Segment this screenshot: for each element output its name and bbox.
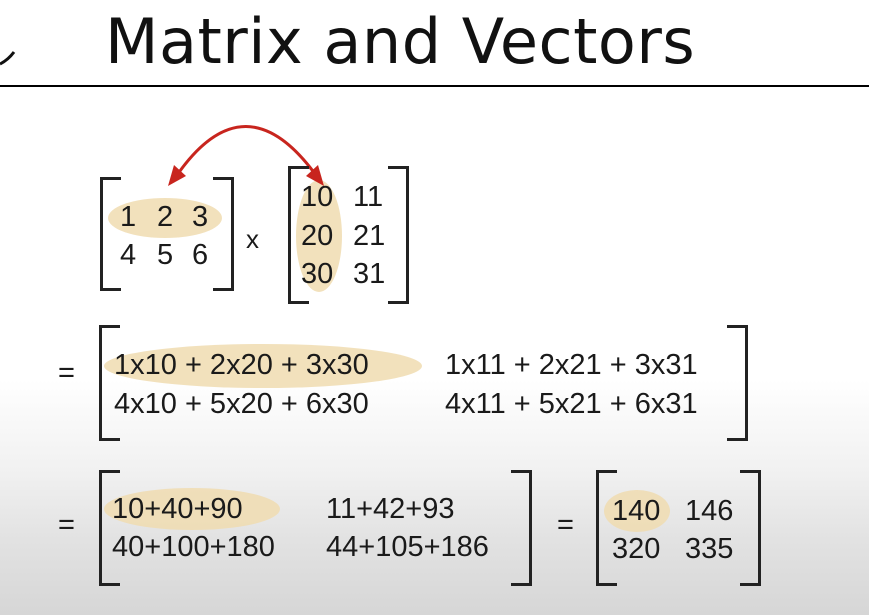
step1-cell: 1x11 + 2x21 + 3x31 (445, 349, 698, 381)
matrix-b-cell: 30 (301, 258, 334, 290)
result-cell: 320 (612, 533, 661, 565)
matrix-b-cell: 21 (353, 220, 386, 252)
step1-equals: = (58, 357, 75, 389)
step2-cell: 10+40+90 (112, 493, 243, 525)
matrix-b-cell: 31 (353, 258, 386, 290)
result-bracket-right (740, 470, 761, 586)
matrix-a-cell: 2 (157, 201, 174, 233)
matrix-a-cell: 6 (192, 239, 209, 271)
step2-cell: 40+100+180 (112, 531, 275, 563)
matrix-a-cell: 3 (192, 201, 209, 233)
result-cell: 146 (685, 495, 734, 527)
matrix-b-cell: 20 (301, 220, 334, 252)
step1-bracket-right (727, 325, 748, 441)
matrix-b-cell: 11 (353, 181, 384, 213)
matrix-b-cell: 10 (301, 181, 334, 213)
matrix-a-cell: 4 (120, 239, 137, 271)
step2-cell: 44+105+186 (326, 531, 489, 563)
matrix-a-cell: 1 (120, 201, 137, 233)
matrix-b-bracket-right (388, 166, 409, 304)
step1-cell: 1x10 + 2x20 + 3x30 (114, 349, 369, 381)
step2-bracket-left (99, 470, 120, 586)
step2-equals: = (58, 509, 75, 541)
result-bracket-left (596, 470, 617, 586)
step1-cell: 4x11 + 5x21 + 6x31 (445, 388, 698, 420)
step2-cell: 11+42+93 (326, 493, 455, 525)
result-cell: 335 (685, 533, 734, 565)
result-cell: 140 (612, 495, 661, 527)
matrix-a-cell: 5 (157, 239, 174, 271)
matrix-a-bracket-right (213, 177, 234, 291)
step1-bracket-left (99, 325, 120, 441)
matrix-a-bracket-left (100, 177, 121, 291)
step2-bracket-right (511, 470, 532, 586)
result-equals: = (557, 509, 574, 541)
step1-cell: 4x10 + 5x20 + 6x30 (114, 388, 369, 420)
multiply-sign: x (246, 224, 259, 254)
